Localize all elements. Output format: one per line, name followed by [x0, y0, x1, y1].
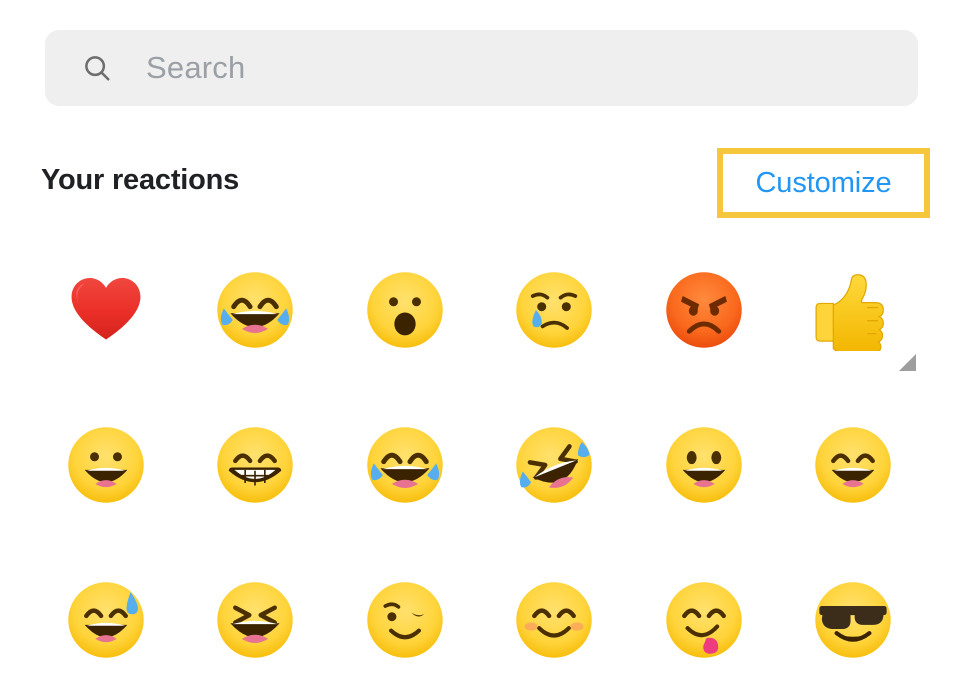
emoji-grinning-face[interactable] — [31, 387, 181, 542]
search-bar[interactable] — [45, 30, 918, 106]
face-with-tears-of-joy-icon — [214, 269, 296, 351]
grinning-face-with-big-eyes-icon — [663, 424, 745, 506]
emoji-picker-panel: Your reactions Customize — [0, 0, 959, 681]
beaming-face-with-smiling-eyes-icon — [214, 424, 296, 506]
grinning-face-with-sweat-icon — [65, 579, 147, 661]
face-savoring-food-icon — [663, 579, 745, 661]
emoji-grid — [31, 232, 928, 697]
emoji-smiling-face-with-smiling-eyes[interactable] — [480, 542, 630, 697]
thumbs-up-icon — [812, 269, 894, 353]
squinting-face-with-closed-eyes-icon — [214, 579, 296, 661]
emoji-red-heart[interactable] — [31, 232, 181, 387]
page-title: Your reactions — [41, 164, 240, 196]
red-heart-icon — [65, 269, 147, 351]
winking-face-icon — [364, 579, 446, 661]
emoji-rolling-on-the-floor-laughing[interactable] — [480, 387, 630, 542]
emoji-face-with-tears-of-joy-2[interactable] — [330, 387, 480, 542]
emoji-thumbs-up[interactable] — [779, 232, 929, 387]
crying-face-icon — [513, 269, 595, 351]
emoji-pouting-face[interactable] — [629, 232, 779, 387]
face-with-open-mouth-icon — [364, 269, 446, 351]
customize-button[interactable]: Customize — [717, 148, 930, 218]
emoji-face-with-open-mouth[interactable] — [330, 232, 480, 387]
emoji-beaming-face-with-smiling-eyes[interactable] — [181, 387, 331, 542]
emoji-crying-face[interactable] — [480, 232, 630, 387]
section-header: Your reactions Customize — [41, 148, 931, 218]
emoji-smiling-face-with-sunglasses[interactable] — [779, 542, 929, 697]
search-input[interactable] — [144, 49, 848, 87]
grinning-face-icon — [65, 424, 147, 506]
grinning-face-with-smiling-eyes-icon — [812, 424, 894, 506]
search-icon — [82, 53, 112, 83]
emoji-squinting-face-with-closed-eyes[interactable] — [181, 542, 331, 697]
face-with-tears-of-joy-2-icon — [364, 424, 446, 506]
skin-tone-variant-marker[interactable] — [899, 354, 916, 371]
emoji-face-savoring-food[interactable] — [629, 542, 779, 697]
emoji-grinning-face-with-smiling-eyes[interactable] — [779, 387, 929, 542]
rolling-on-the-floor-laughing-icon — [513, 424, 595, 506]
emoji-winking-face[interactable] — [330, 542, 480, 697]
emoji-face-with-tears-of-joy[interactable] — [181, 232, 331, 387]
pouting-face-icon — [663, 269, 745, 351]
smiling-face-with-sunglasses-icon — [812, 579, 894, 661]
smiling-face-with-smiling-eyes-icon — [513, 579, 595, 661]
emoji-grinning-face-with-sweat[interactable] — [31, 542, 181, 697]
emoji-grinning-face-with-big-eyes[interactable] — [629, 387, 779, 542]
